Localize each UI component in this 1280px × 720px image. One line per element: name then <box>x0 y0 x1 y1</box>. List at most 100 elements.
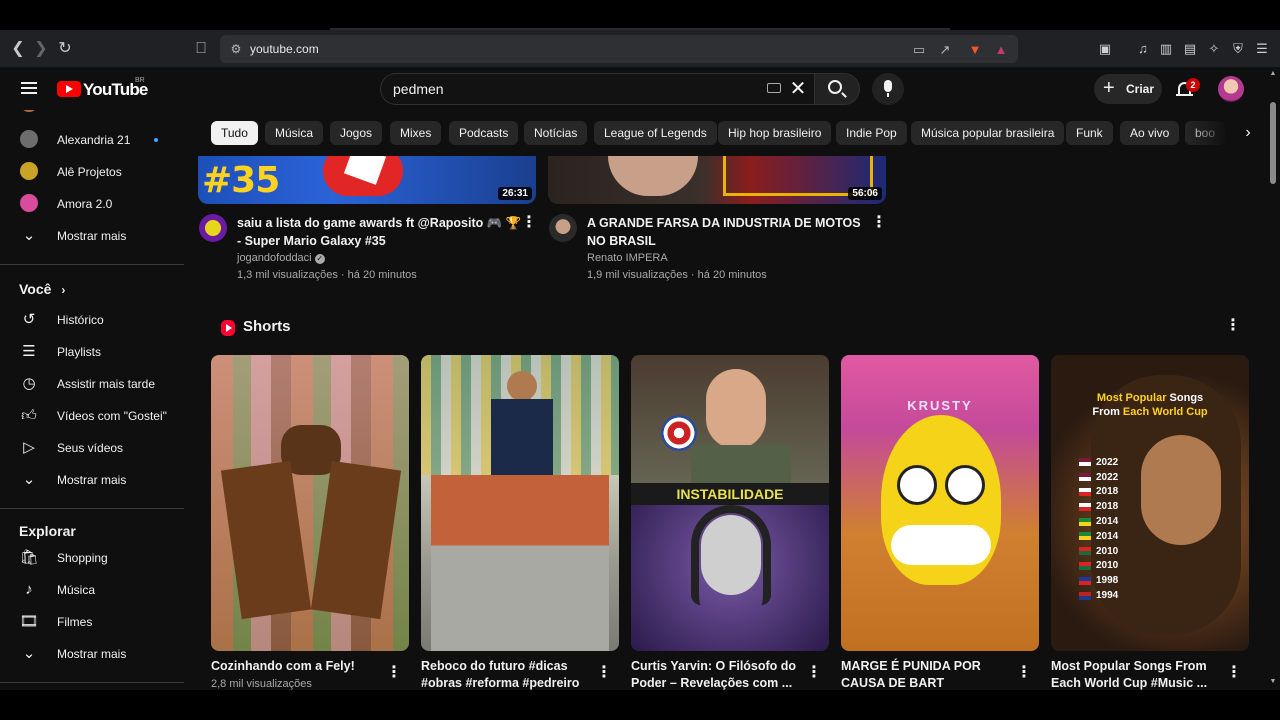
browser-toolbar: ❮ ❯ ↻ ⎕ ⚙ youtube.com ▭ ↗ ▼ ▲ ▣ ♫ ▥ ▤ ✧ … <box>0 30 1280 68</box>
short-thumbnail[interactable]: KRUSTY <box>841 355 1039 651</box>
channel-avatar[interactable] <box>199 214 227 242</box>
chip-noticias[interactable]: Notícias <box>524 121 588 145</box>
search-input[interactable] <box>393 74 753 104</box>
voice-search-button[interactable] <box>872 73 904 105</box>
sidebar-item-label: Vídeos com "Gostei" <box>57 409 167 423</box>
sidebar-item-label: Alê Projetos <box>57 165 122 179</box>
sidebar-item-films[interactable]: 🎞︎ Filmes <box>0 606 184 638</box>
sidebar-item-shopping[interactable]: 🛍︎ Shopping <box>0 542 184 574</box>
more-options-icon[interactable]: ⋮ <box>1016 664 1032 682</box>
cast-icon[interactable]: ▭ <box>910 41 928 59</box>
reader-icon[interactable]: ▥ <box>1157 40 1175 58</box>
sidebar-subscription-partial[interactable] <box>0 110 184 120</box>
page-scrollbar[interactable]: ▲ ▼ <box>1268 68 1280 690</box>
sidebar-item-label: Seus vídeos <box>57 441 124 455</box>
sidebar-subscription[interactable]: Alê Projetos <box>0 156 184 188</box>
chip-musica[interactable]: Música <box>265 121 324 145</box>
short-thumbnail[interactable]: INSTABILIDADE <box>631 355 829 651</box>
site-settings-icon[interactable]: ⚙ <box>228 41 244 57</box>
sidebar-divider <box>0 508 184 509</box>
video-channel[interactable]: jogandofoddaci ✓ <box>237 250 325 267</box>
short-thumbnail[interactable] <box>211 355 409 651</box>
share-icon[interactable]: ↗ <box>936 41 954 59</box>
chip-mixes[interactable]: Mixes <box>390 121 442 145</box>
wallet-icon[interactable]: ▤ <box>1181 40 1199 58</box>
year-row: 2014 <box>1079 514 1149 529</box>
overlay-line-2: From Each World Cup <box>1092 406 1208 418</box>
mouth <box>891 525 991 565</box>
bookmark-icon[interactable]: ⎕ <box>191 39 211 59</box>
video-thumbnail[interactable]: #35 26:31 <box>198 156 536 204</box>
account-avatar[interactable] <box>1218 76 1244 102</box>
short-thumbnail[interactable]: Most Popular Songs From Each World Cup 2… <box>1051 355 1249 651</box>
reload-icon[interactable]: ↻ <box>55 39 75 59</box>
chip-jogos[interactable]: Jogos <box>330 121 383 145</box>
chip-ao-vivo[interactable]: Ao vivo <box>1120 121 1180 145</box>
chip-funk[interactable]: Funk <box>1066 121 1113 145</box>
menu-icon[interactable]: ☰ <box>1253 40 1271 58</box>
sidebar-show-more-explore[interactable]: ⌄ Mostrar mais <box>0 638 184 670</box>
more-options-icon[interactable]: ⋮ <box>871 214 887 232</box>
sidebar-item-watch-later[interactable]: ◷ Assistir mais tarde <box>0 368 184 400</box>
channel-name[interactable]: Renato IMPERA <box>587 250 668 267</box>
scrollbar-thumb[interactable] <box>1270 102 1276 184</box>
more-options-icon[interactable]: ⋮ <box>596 664 612 682</box>
sidebar-section-you[interactable]: Você › <box>19 281 65 297</box>
address-bar[interactable]: ⚙ youtube.com ▭ ↗ ▼ ▲ <box>220 35 1018 63</box>
sidebar-item-your-videos[interactable]: ▷ Seus vídeos <box>0 432 184 464</box>
search-box[interactable]: ✕ <box>380 73 814 105</box>
clear-search-icon[interactable]: ✕ <box>788 78 808 100</box>
chip-tudo[interactable]: Tudo <box>211 121 258 145</box>
sidebar-section-explore: Explorar <box>19 523 76 539</box>
sidebar-subscription[interactable]: Alexandria 21 <box>0 124 184 156</box>
forward-icon[interactable]: ❯ <box>31 39 51 59</box>
video-title[interactable]: A GRANDE FARSA DA INDUSTRIA DE MOTOS NO … <box>587 214 872 250</box>
taskbar <box>0 690 1280 720</box>
chip-hip-hop-brasileiro[interactable]: Hip hop brasileiro <box>718 121 832 145</box>
chip-podcasts[interactable]: Podcasts <box>449 121 519 145</box>
sidebar-item-label: Mostrar mais <box>57 647 127 661</box>
sidebar-item-playlists[interactable]: ☰ Playlists <box>0 336 184 368</box>
video-duration: 26:31 <box>498 187 532 200</box>
short-thumbnail[interactable] <box>421 355 619 651</box>
more-options-icon[interactable]: ⋮ <box>1226 664 1242 682</box>
keyboard-icon[interactable] <box>767 83 781 93</box>
chip-league-of-legends[interactable]: League of Legends <box>594 121 717 145</box>
more-options-icon[interactable]: ⋮ <box>521 214 537 232</box>
scroll-down-arrow[interactable]: ▼ <box>1269 678 1277 686</box>
vpn-icon[interactable]: ⛨ <box>1229 40 1247 58</box>
short-title[interactable]: Most Popular Songs From Each World Cup #… <box>1051 658 1221 690</box>
video-title[interactable]: saiu a lista do game awards ft @Raposito… <box>237 214 522 250</box>
sidebar-item-music[interactable]: ♪ Música <box>0 574 184 606</box>
brave-rewards-icon[interactable]: ▲ <box>992 41 1010 59</box>
guide-menu-icon[interactable] <box>21 82 37 94</box>
back-icon[interactable]: ❮ <box>8 39 28 59</box>
more-options-icon[interactable]: ⋮ <box>386 664 402 682</box>
search-button[interactable] <box>814 73 860 105</box>
short-title[interactable]: Reboco do futuro #dicas #obras #reforma … <box>421 658 591 690</box>
chip-musica-popular-brasileira[interactable]: Música popular brasileira <box>911 121 1065 145</box>
video-thumbnail[interactable]: 56:06 <box>548 156 886 204</box>
channel-avatar[interactable] <box>549 214 577 242</box>
sidebar-show-more-subscriptions[interactable]: ⌄ Mostrar mais <box>0 220 184 252</box>
more-options-icon[interactable]: ⋮ <box>1225 317 1241 335</box>
ai-icon[interactable]: ✧ <box>1205 40 1223 58</box>
chevron-right-icon[interactable]: › <box>1238 123 1258 143</box>
short-title[interactable]: Cozinhando com a Fely! <box>211 658 381 675</box>
sidebar-toggle-icon[interactable]: ▣ <box>1096 40 1114 58</box>
country-code: BR <box>135 77 145 84</box>
sidebar-item-history[interactable]: ↺ Histórico <box>0 304 184 336</box>
url-text[interactable]: youtube.com <box>250 42 319 56</box>
sidebar-item-liked-videos[interactable]: 👍︎ Vídeos com "Gostei" <box>0 400 184 432</box>
sidebar-show-more-you[interactable]: ⌄ Mostrar mais <box>0 464 184 496</box>
scroll-up-arrow[interactable]: ▲ <box>1269 70 1277 78</box>
create-button[interactable]: + Criar <box>1094 74 1162 104</box>
short-title[interactable]: MARGE É PUNIDA POR CAUSA DE BART #simpso… <box>841 658 1011 690</box>
more-options-icon[interactable]: ⋮ <box>806 664 822 682</box>
short-title[interactable]: Curtis Yarvin: O Filósofo do Poder – Rev… <box>631 658 801 690</box>
media-icon[interactable]: ♫ <box>1134 40 1152 58</box>
brave-shields-icon[interactable]: ▼ <box>966 41 984 59</box>
chip-indie-pop[interactable]: Indie Pop <box>836 121 907 145</box>
sidebar-subscription[interactable]: Amora 2.0 <box>0 188 184 220</box>
youtube-masthead: YouTube BR ✕ + Criar 2 <box>0 68 1268 110</box>
